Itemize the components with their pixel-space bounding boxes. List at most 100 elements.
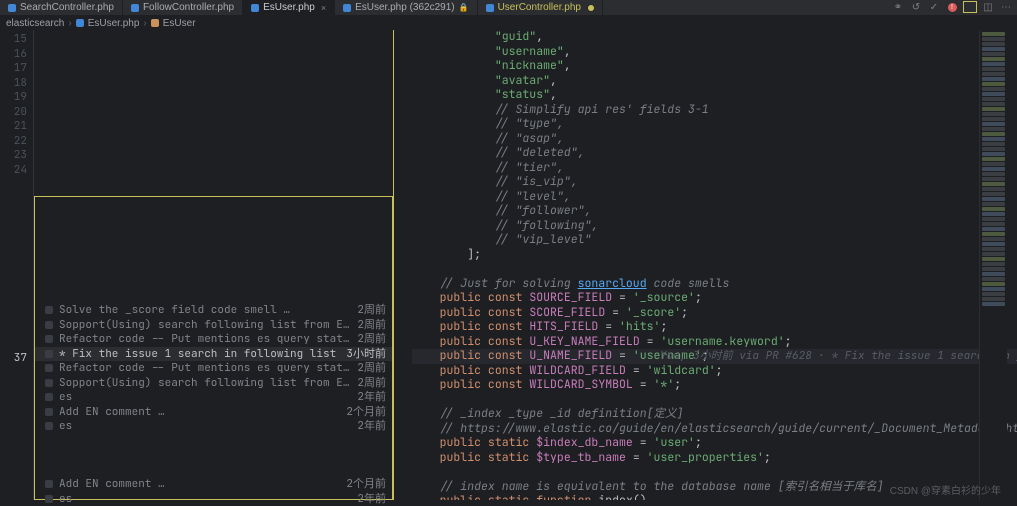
- minimap-line: [982, 252, 1005, 256]
- sync-icon[interactable]: ↺: [909, 1, 923, 13]
- minimap-line: [982, 282, 1005, 286]
- breadcrumb-file[interactable]: EsUser.php: [88, 18, 140, 29]
- class-icon: [151, 19, 159, 27]
- minimap-line: [982, 112, 1005, 116]
- git-blame-row[interactable]: [35, 463, 392, 478]
- code-line: // "follower",: [412, 204, 1017, 219]
- minimap-line: [982, 122, 1005, 126]
- git-blame-row[interactable]: es2年前: [35, 492, 392, 506]
- minimap-line: [982, 242, 1005, 246]
- code-line: "avatar",: [412, 74, 1017, 89]
- breadcrumb-root[interactable]: elasticsearch: [6, 18, 64, 29]
- php-icon: [76, 19, 84, 27]
- commit-message: Refactor code -- Put mentions es query s…: [59, 361, 351, 376]
- code-line: // "level",: [412, 190, 1017, 205]
- minimap-line: [982, 172, 1005, 176]
- minimap-line: [982, 57, 1005, 61]
- minimap-line: [982, 42, 1005, 46]
- code-line: public const WILDCARD_FIELD = 'wildcard'…: [412, 364, 1017, 379]
- minimap-line: [982, 212, 1005, 216]
- check-icon[interactable]: ✓: [927, 1, 941, 13]
- minimap-line: [982, 82, 1005, 86]
- line-number: 22: [0, 134, 33, 149]
- minimap[interactable]: [979, 30, 1007, 500]
- minimap-line: [982, 277, 1005, 281]
- line-number: 18: [0, 76, 33, 91]
- code-line: public const HITS_FIELD = 'hits';: [412, 320, 1017, 335]
- git-blame-row[interactable]: Add EN comment … 2个月前: [35, 477, 392, 492]
- commit-icon: [45, 408, 53, 416]
- commit-time: 2年前: [357, 390, 386, 405]
- minimap-line: [982, 142, 1005, 146]
- minimap-line: [982, 197, 1005, 201]
- git-blame-row[interactable]: Solve the _score field code smell …2周前: [35, 303, 392, 318]
- code-line: // Simplify api res' fields 3-1: [412, 103, 1017, 118]
- commit-message: es: [59, 492, 351, 506]
- code-editor[interactable]: "guid", "username", "nickname", "avatar"…: [394, 30, 1017, 500]
- editor-tab[interactable]: EsUser.php×: [243, 0, 335, 15]
- users-icon[interactable]: ⚭: [891, 1, 905, 13]
- minimap-line: [982, 62, 1005, 66]
- commit-icon: [45, 495, 53, 503]
- minimap-line: [982, 177, 1005, 181]
- commit-icon: [45, 422, 53, 430]
- commit-time: 2周前: [357, 318, 386, 333]
- code-line: public const WILDCARD_SYMBOL = '*';: [412, 378, 1017, 393]
- git-blame-row[interactable]: * Fix the issue 1 search in following li…: [35, 347, 392, 362]
- code-line: public const SCORE_FIELD = '_score';: [412, 306, 1017, 321]
- commit-time: 2个月前: [346, 477, 386, 492]
- git-history-panel: Solve the _score field code smell …2周前So…: [34, 196, 393, 500]
- code-line: "nickname",: [412, 59, 1017, 74]
- lock-icon: 🔒: [459, 3, 469, 12]
- git-blame-row[interactable]: es 2年前: [35, 390, 392, 405]
- minimap-line: [982, 77, 1005, 81]
- commit-message: Sopport(Using) search following list fro…: [59, 318, 351, 333]
- inline-blame: You, 3小时前 via PR #628 · * Fix the issue …: [660, 349, 1017, 364]
- minimap-line: [982, 127, 1005, 131]
- git-blame-row[interactable]: es2年前: [35, 419, 392, 434]
- breadcrumb-class[interactable]: EsUser: [163, 18, 196, 29]
- commit-message: es: [59, 390, 351, 405]
- git-blame-row[interactable]: Sopport(Using) search following list fro…: [35, 376, 392, 391]
- minimap-line: [982, 202, 1005, 206]
- tab-label: SearchController.php: [20, 2, 114, 13]
- minimap-line: [982, 47, 1005, 51]
- more-icon[interactable]: ⋯: [999, 1, 1013, 13]
- tab-label: EsUser.php (362c291): [355, 2, 455, 13]
- code-line: public const U_KEY_NAME_FIELD = 'usernam…: [412, 335, 1017, 350]
- code-line: // "is_vip",: [412, 175, 1017, 190]
- minimap-line: [982, 67, 1005, 71]
- minimap-line: [982, 287, 1005, 291]
- git-blame-row[interactable]: [35, 448, 392, 463]
- code-line: "username",: [412, 45, 1017, 60]
- editor-tab[interactable]: EsUser.php (362c291) 🔒: [335, 0, 477, 15]
- line-number: 24: [0, 163, 33, 178]
- code-line: // https://www.elastic.co/guide/en/elast…: [412, 422, 1017, 437]
- line-number: 20: [0, 105, 33, 120]
- git-blame-row[interactable]: Refactor code -- Put mentions es query s…: [35, 361, 392, 376]
- commit-icon: [45, 335, 53, 343]
- minimap-line: [982, 257, 1005, 261]
- editor-tab[interactable]: UserController.php: [478, 0, 603, 15]
- git-blame-row[interactable]: Refactor code -- Put mentions es query s…: [35, 332, 392, 347]
- minimap-line: [982, 167, 1005, 171]
- minimap-line: [982, 217, 1005, 221]
- minimap-line: [982, 222, 1005, 226]
- close-icon[interactable]: ×: [321, 3, 326, 13]
- code-line: // _index _type _id definition[定义]: [412, 407, 1017, 422]
- editor-tab[interactable]: FollowController.php: [123, 0, 243, 15]
- git-blame-row[interactable]: Sopport(Using) search following list fro…: [35, 318, 392, 333]
- line-number: 21: [0, 119, 33, 134]
- commit-message: Add EN comment …: [59, 477, 340, 492]
- line-number: 37: [0, 351, 33, 366]
- line-gutter: 1516171819202122232437: [0, 30, 34, 500]
- error-indicator[interactable]: !: [945, 1, 959, 13]
- highlight-toggle[interactable]: [963, 1, 977, 13]
- git-blame-row[interactable]: Add EN comment …2个月前: [35, 405, 392, 420]
- split-icon[interactable]: ◫: [981, 1, 995, 13]
- code-line: // "tier",: [412, 161, 1017, 176]
- minimap-line: [982, 157, 1005, 161]
- git-blame-row[interactable]: [35, 434, 392, 449]
- minimap-line: [982, 302, 1005, 306]
- editor-tab[interactable]: SearchController.php: [0, 0, 123, 15]
